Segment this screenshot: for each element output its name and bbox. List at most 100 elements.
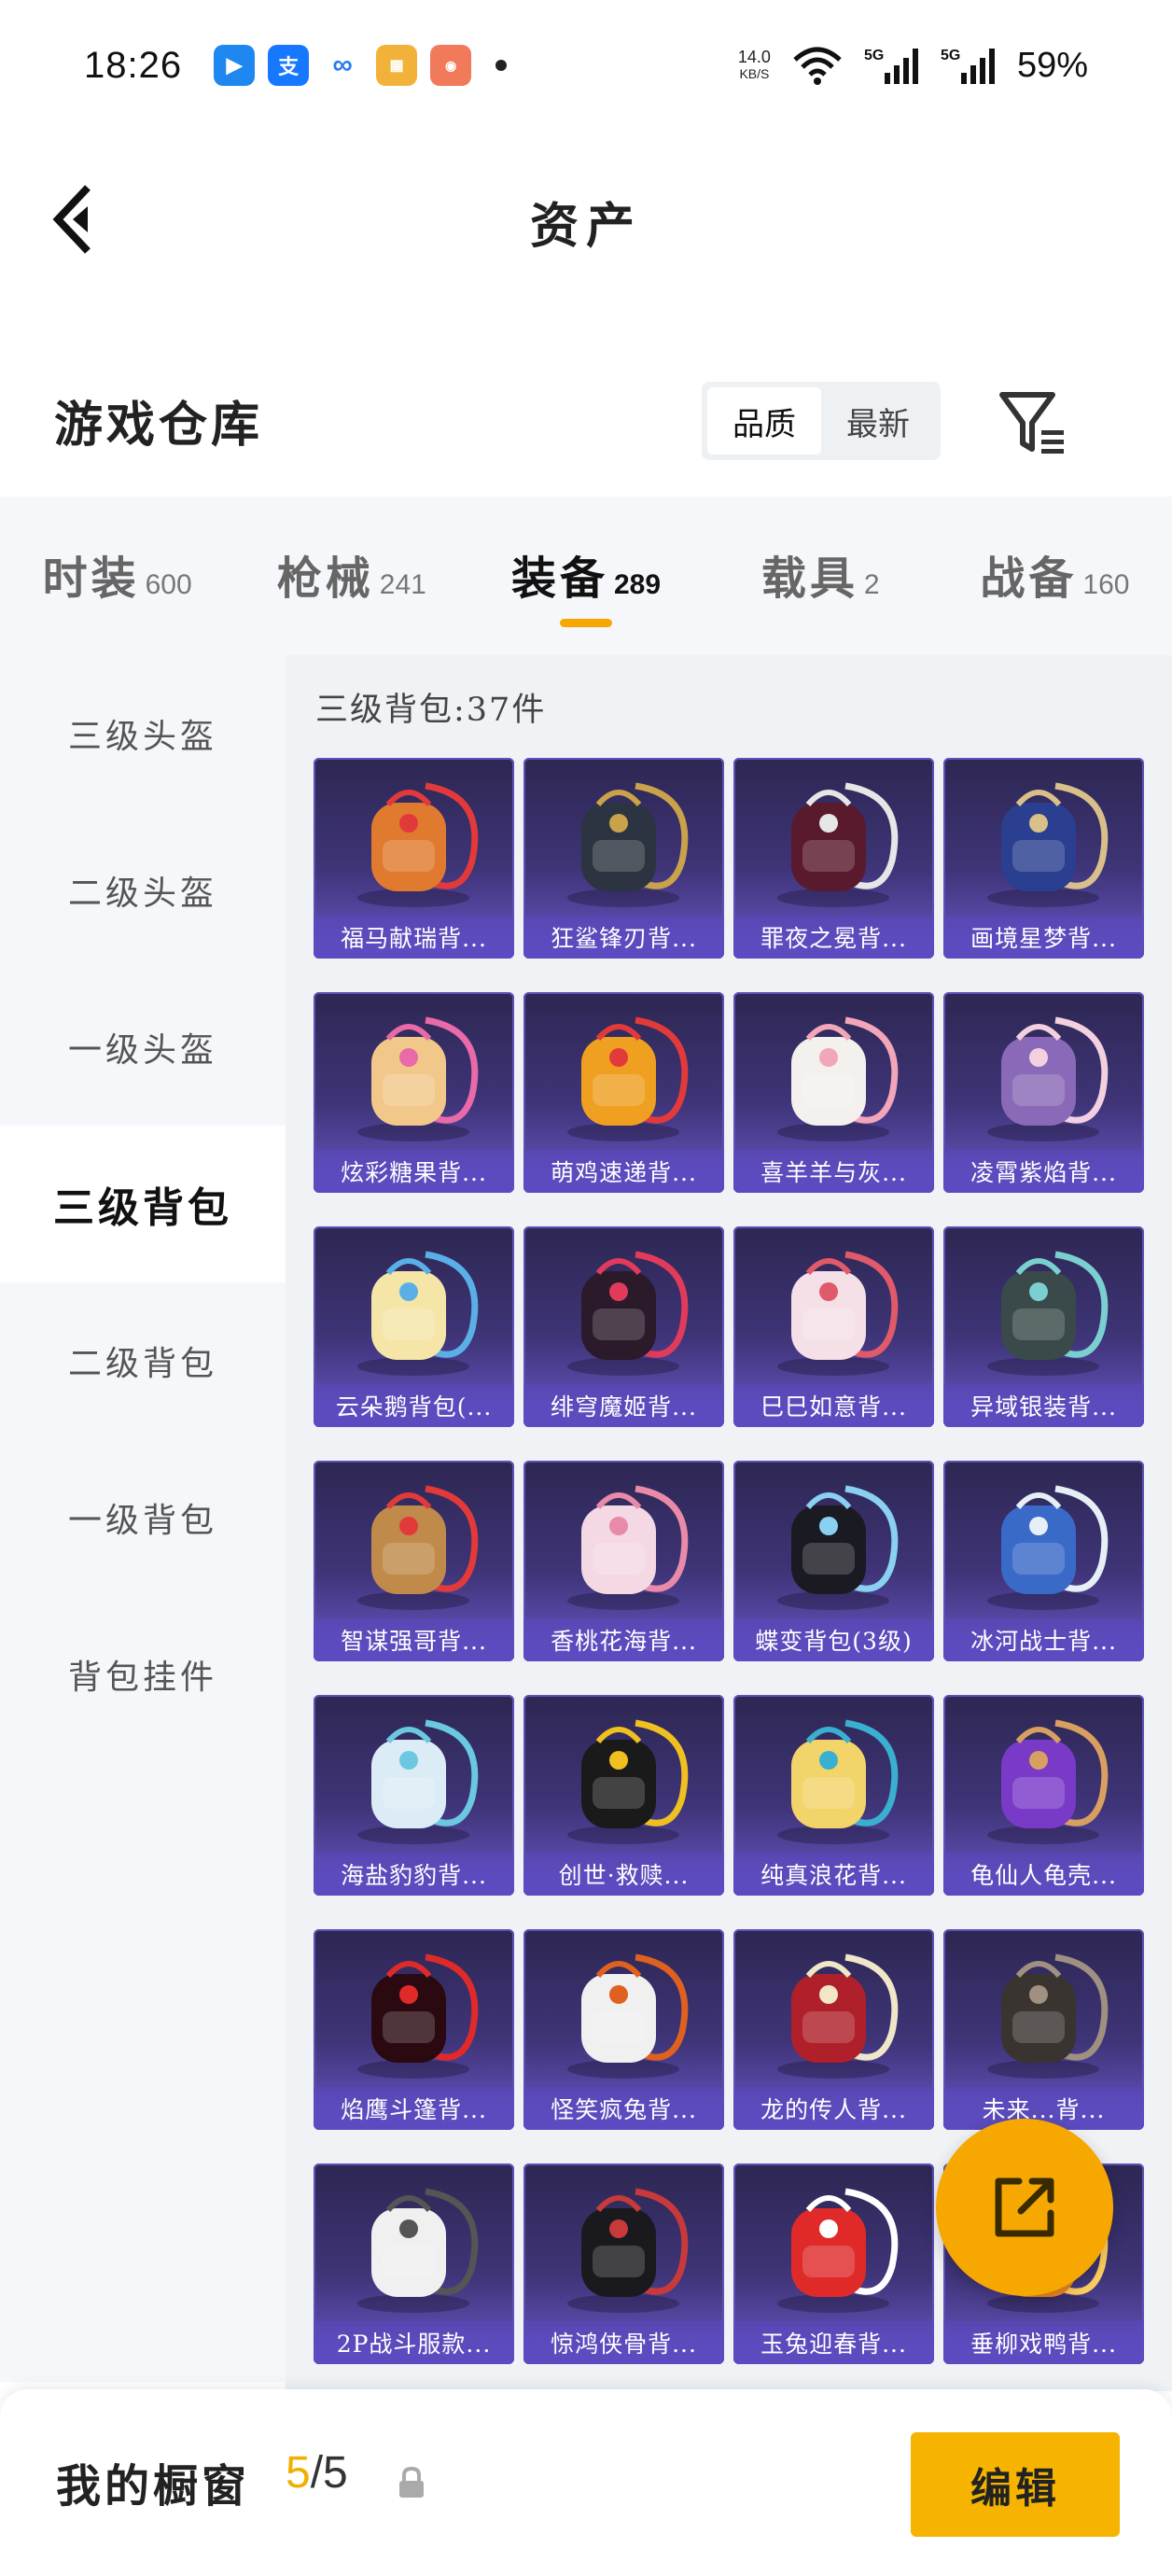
tab-guns[interactable]: 枪械 241 [234,497,468,655]
item-card[interactable]: 画境星梦背... [943,758,1144,959]
backpack-thumbnail [567,2188,689,2313]
game-app-icon: ▦ [376,45,418,86]
warehouse-title: 游戏仓库 [54,397,264,454]
item-card[interactable]: 玉兔迎春背... [733,2163,934,2364]
item-card[interactable]: 未来...背... [943,1929,1144,2130]
item-card[interactable]: 龟仙人龟壳... [943,1695,1144,1896]
backpack-thumbnail [987,1251,1109,1376]
item-card[interactable]: 罪夜之冕背... [733,758,934,959]
item-card[interactable]: 巳巳如意背... [733,1226,934,1427]
item-name: 惊鸿侠骨背... [523,2321,724,2364]
tab-count: 600 [145,569,192,600]
item-name: 炫彩糖果背... [314,1150,514,1193]
item-card[interactable]: 惊鸿侠骨背... [523,2163,724,2364]
item-name: 冰河战士背... [943,1618,1144,1661]
item-name: 怪笑疯兔背... [523,2087,724,2130]
status-right: 14.0 KB/S 5G 5G 59% [738,45,1088,86]
item-name: 画境星梦背... [943,916,1144,959]
item-card[interactable]: 萌鸡速递背... [523,992,724,1193]
sort-by-quality[interactable]: 品质 [707,387,821,455]
backpack-thumbnail [987,1016,1109,1141]
item-name: 绯穹魔姬背... [523,1384,724,1427]
tab-label: 枪械 [276,553,374,605]
item-card[interactable]: 云朵鹅背包(... [314,1226,514,1427]
item-card[interactable]: 蝶变背包(3级) [733,1461,934,1661]
showcase-current: 5 [286,2448,311,2498]
edit-button[interactable]: 编辑 [911,2432,1120,2537]
sidebar-item-helmet-lv2[interactable]: 二级头盔 [0,812,286,969]
net-speed: 14.0 KB/S [738,49,771,82]
alipay-icon: 支 [268,45,310,86]
sort-by-newest[interactable]: 最新 [821,387,935,455]
sidebar-item-backpack-lv3[interactable]: 三级背包 [0,1126,286,1282]
item-card[interactable]: 香桃花海背... [523,1461,724,1661]
sidebar-item-helmet-lv1[interactable]: 一级头盔 [0,969,286,1126]
backpack-thumbnail [777,2188,899,2313]
backpack-thumbnail [987,1953,1109,2079]
filter-button[interactable] [997,385,1071,460]
cloud-icon: ∞ [322,45,364,86]
backpack-thumbnail [567,1485,689,1610]
tab-supplies[interactable]: 战备 160 [938,497,1172,655]
item-name: 香桃花海背... [523,1618,724,1661]
backpack-thumbnail [987,1719,1109,1844]
item-card[interactable]: 绯穹魔姬背... [523,1226,724,1427]
backpack-thumbnail [567,1016,689,1141]
showcase-label: 我的橱窗 [56,2460,251,2513]
tab-count: 2 [863,569,880,600]
item-name: 喜羊羊与灰... [733,1150,934,1193]
tab-label: 载具 [760,553,858,605]
tab-vehicles[interactable]: 载具 2 [704,497,938,655]
item-name: 罪夜之冕背... [733,916,934,959]
item-card[interactable]: 异域银装背... [943,1226,1144,1427]
item-card[interactable]: 焰鹰斗篷背... [314,1929,514,2130]
item-card[interactable]: 纯真浪花背... [733,1695,934,1896]
backpack-thumbnail [567,1251,689,1376]
item-name: 焰鹰斗篷背... [314,2087,514,2130]
item-card[interactable]: 海盐豹豹背... [314,1695,514,1896]
sidebar-item-helmet-lv3[interactable]: 三级头盔 [0,655,286,812]
backpack-thumbnail [777,1016,899,1141]
signal-5g-icon-2: 5G [941,48,995,84]
filter-icon [999,392,1064,454]
item-card[interactable]: 龙的传人背... [733,1929,934,2130]
tab-equipment[interactable]: 装备 289 [468,497,703,655]
signal-5g-label-2: 5G [941,48,960,63]
tab-label: 战备 [980,553,1078,605]
showcase-count: 5/5 [286,2447,348,2499]
backpack-thumbnail [357,782,479,907]
item-card[interactable]: 喜羊羊与灰... [733,992,934,1193]
item-card[interactable]: 福马献瑞背... [314,758,514,959]
section-header: 游戏仓库 品质 最新 [0,359,1172,471]
wifi-icon [793,47,842,85]
item-name: 海盐豹豹背... [314,1853,514,1896]
item-card[interactable]: 炫彩糖果背... [314,992,514,1193]
backpack-thumbnail [777,1485,899,1610]
item-name: 福马献瑞背... [314,916,514,959]
item-card[interactable]: 凌霄紫焰背... [943,992,1144,1193]
backpack-thumbnail [777,1719,899,1844]
item-name: 龙的传人背... [733,2087,934,2130]
item-card[interactable]: 狂鲨锋刃背... [523,758,724,959]
backpack-thumbnail [357,1719,479,1844]
item-name: 垂柳戏鸭背... [943,2321,1144,2364]
sidebar-item-backpack-lv1[interactable]: 一级背包 [0,1439,286,1596]
item-card[interactable]: 怪笑疯兔背... [523,1929,724,2130]
item-name: 创世·救赎... [523,1853,724,1896]
sidebar-item-backpack-charm[interactable]: 背包挂件 [0,1596,286,1753]
item-name: 纯真浪花背... [733,1853,934,1896]
backpack-thumbnail [357,1953,479,2079]
sort-toggle: 品质 最新 [702,382,941,460]
item-name: 云朵鹅背包(... [314,1384,514,1427]
sidebar-item-backpack-lv2[interactable]: 二级背包 [0,1282,286,1439]
item-card[interactable]: 智谋强哥背... [314,1461,514,1661]
item-card[interactable]: 冰河战士背... [943,1461,1144,1661]
net-speed-unit: KB/S [739,66,770,81]
item-card[interactable]: 创世·救赎... [523,1695,724,1896]
share-button[interactable] [936,2119,1113,2296]
item-card[interactable]: 2P战斗服款... [314,2163,514,2364]
signal-5g-icon: 5G [864,48,918,84]
tab-fashion[interactable]: 时装 600 [0,497,234,655]
item-name: 智谋强哥背... [314,1618,514,1661]
status-notification-icons: ▶ 支 ∞ ▦ ◉ [214,45,508,86]
